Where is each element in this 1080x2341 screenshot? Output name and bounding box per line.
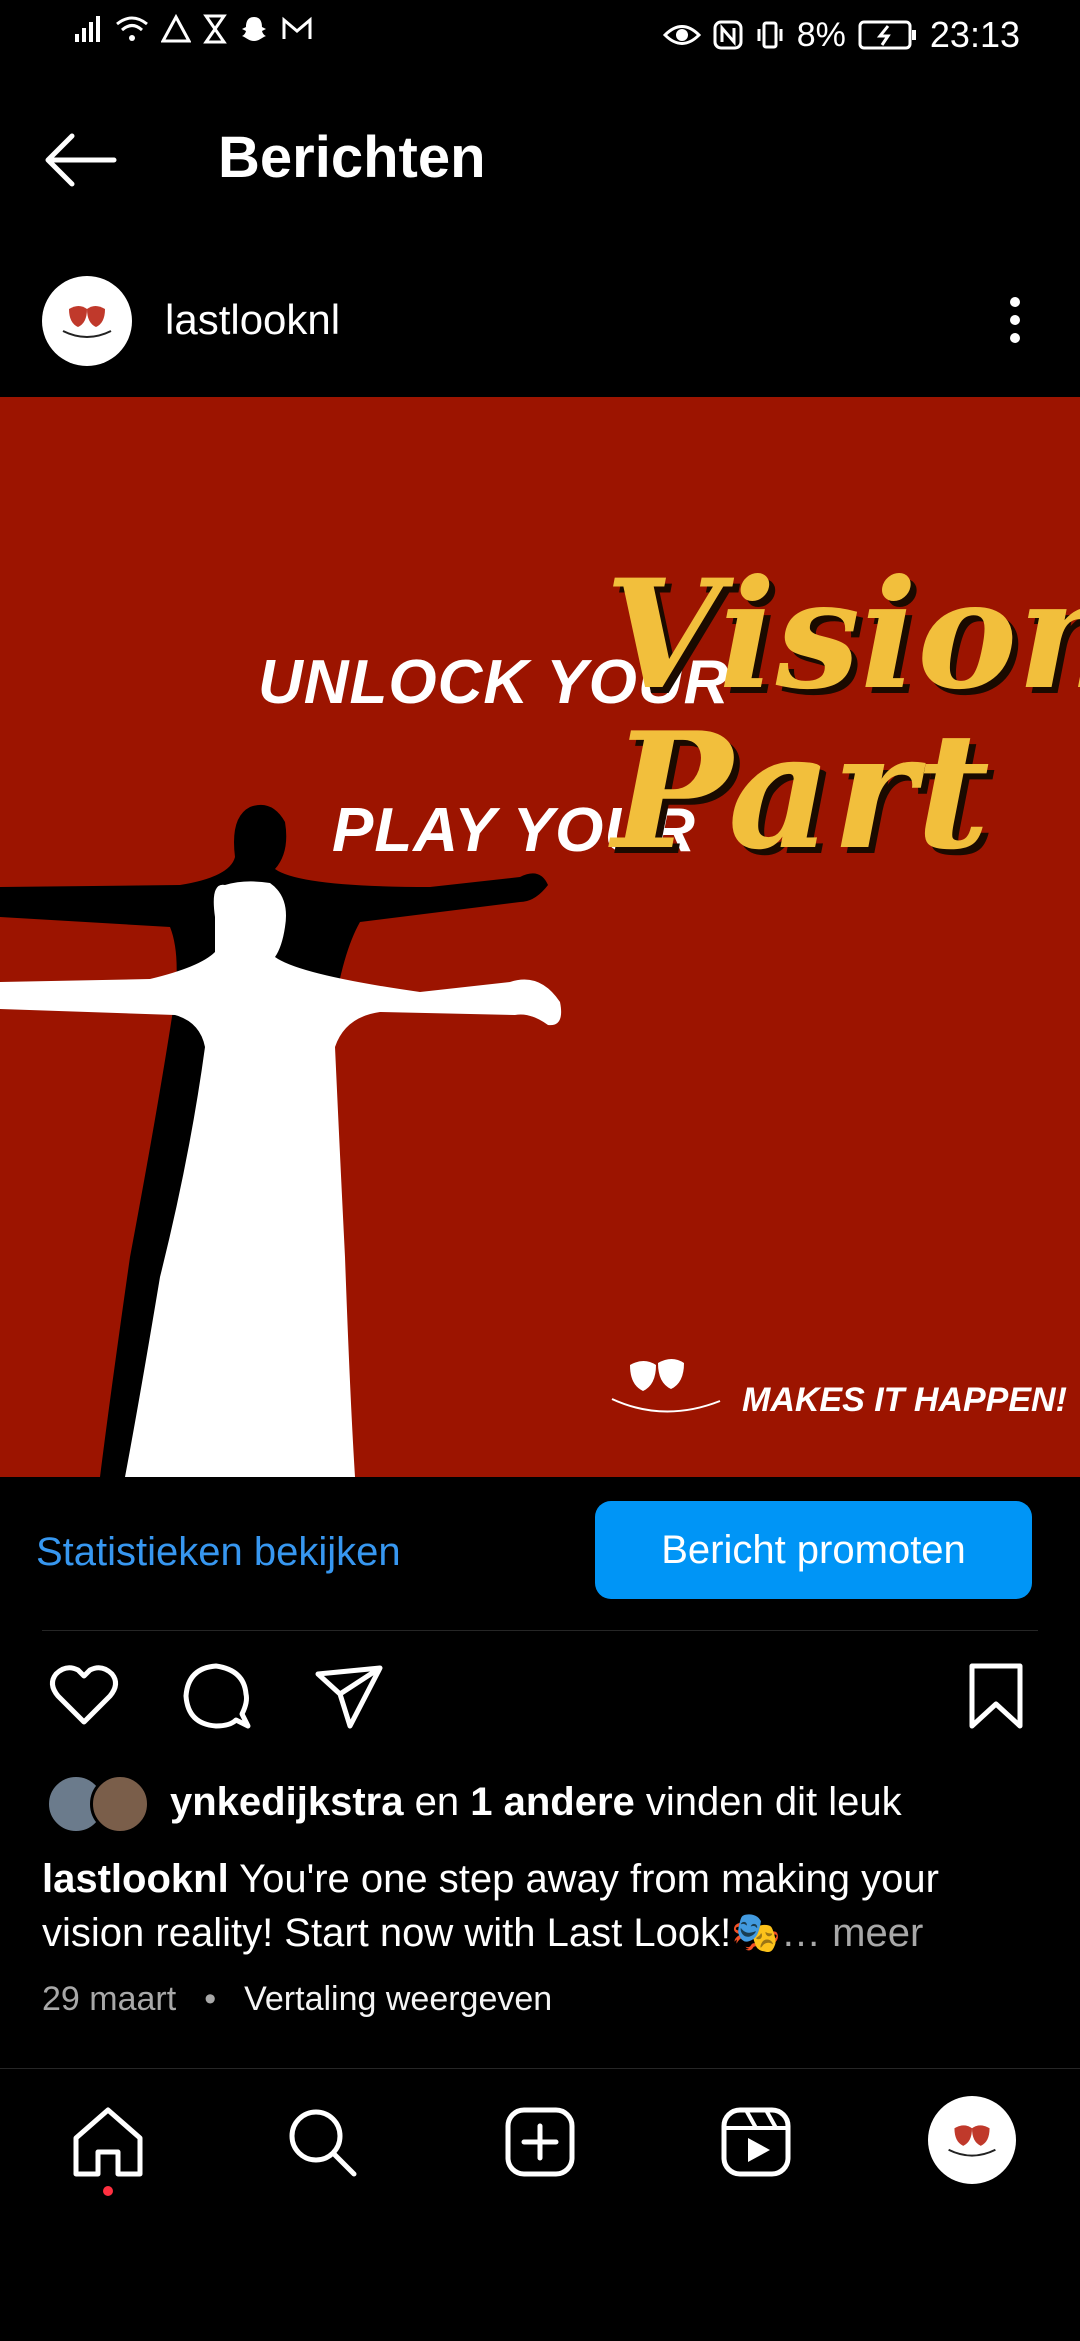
status-left-icons (75, 14, 313, 44)
comment-icon (183, 1663, 251, 1729)
home-notification-dot (103, 2186, 113, 2196)
back-button[interactable] (40, 130, 130, 190)
likes-others[interactable]: 1 andere (470, 1780, 635, 1824)
view-insights-link[interactable]: Statistieken bekijken (36, 1530, 401, 1575)
vibrate-icon (757, 21, 783, 49)
image-text-part: Part (612, 697, 990, 885)
image-tagline: MAKES IT HAPPEN! (742, 1381, 1067, 1419)
post-image[interactable]: UNLOCK YOUR Vision PLAY YOUR Part MAKES … (0, 397, 1080, 1477)
likes-summary[interactable]: ynkedijkstra en 1 andere vinden dit leuk (170, 1780, 902, 1825)
more-icon (1010, 297, 1020, 343)
page-title: Berichten (218, 125, 486, 190)
header: Berichten (0, 110, 1080, 210)
translate-link[interactable]: Vertaling weergeven (244, 1980, 552, 2019)
lastlook-logo-icon (948, 2125, 996, 2157)
post-date: 29 maart (42, 1980, 177, 2018)
nav-profile-avatar[interactable] (928, 2096, 1016, 2184)
nav-create[interactable] (500, 2102, 580, 2182)
mail-icon (282, 16, 312, 39)
battery-charging-icon (858, 20, 916, 50)
lastlook-logo-icon (62, 306, 112, 338)
search-icon (289, 2109, 357, 2177)
likes-connector: en (414, 1780, 460, 1824)
nav-reels[interactable] (716, 2102, 796, 2182)
triangle-icon (161, 14, 191, 43)
clock: 23:13 (929, 14, 1020, 55)
divider (42, 1630, 1038, 1631)
promote-post-button[interactable]: Bericht promoten (595, 1501, 1032, 1599)
liker-username[interactable]: ynkedijkstra (170, 1780, 403, 1824)
separator-dot: • (204, 1980, 217, 2018)
caption-more-link[interactable]: … meer (781, 1911, 923, 1955)
hourglass-icon (203, 14, 227, 44)
post-meta: 29 maart • Vertaling weergeven (42, 1980, 552, 2019)
like-button[interactable] (44, 1656, 124, 1736)
nfc-icon (713, 20, 743, 50)
nav-home[interactable] (68, 2102, 148, 2182)
heart-icon (50, 1665, 118, 1725)
save-button[interactable] (956, 1656, 1036, 1736)
home-icon (73, 2107, 143, 2177)
nav-search[interactable] (282, 2102, 362, 2182)
bookmark-icon (969, 1663, 1023, 1729)
post-author-avatar[interactable] (42, 276, 132, 366)
brand-logo (611, 1359, 721, 1413)
share-button[interactable] (310, 1656, 390, 1736)
signal-icon (75, 16, 100, 42)
snapchat-icon (242, 17, 266, 41)
status-bar: 8% 23:13 (0, 0, 1080, 75)
battery-percent: 8% (796, 15, 846, 54)
share-icon (315, 1665, 383, 1729)
comment-button[interactable] (176, 1656, 256, 1736)
avatar (90, 1774, 150, 1834)
wifi-icon (116, 16, 148, 41)
create-icon (505, 2107, 575, 2177)
eye-icon (662, 25, 701, 45)
liker-avatars[interactable] (46, 1774, 150, 1834)
post-caption: lastlooknl You're one step away from mak… (42, 1852, 1042, 1960)
post-author-username[interactable]: lastlooknl (165, 296, 340, 344)
likes-suffix: vinden dit leuk (645, 1780, 902, 1824)
status-right-icons: 8% 23:13 (662, 14, 1020, 56)
more-options-button[interactable] (1000, 290, 1030, 350)
reels-icon (721, 2107, 791, 2177)
back-arrow-icon (45, 133, 117, 187)
caption-username[interactable]: lastlooknl (42, 1857, 229, 1901)
